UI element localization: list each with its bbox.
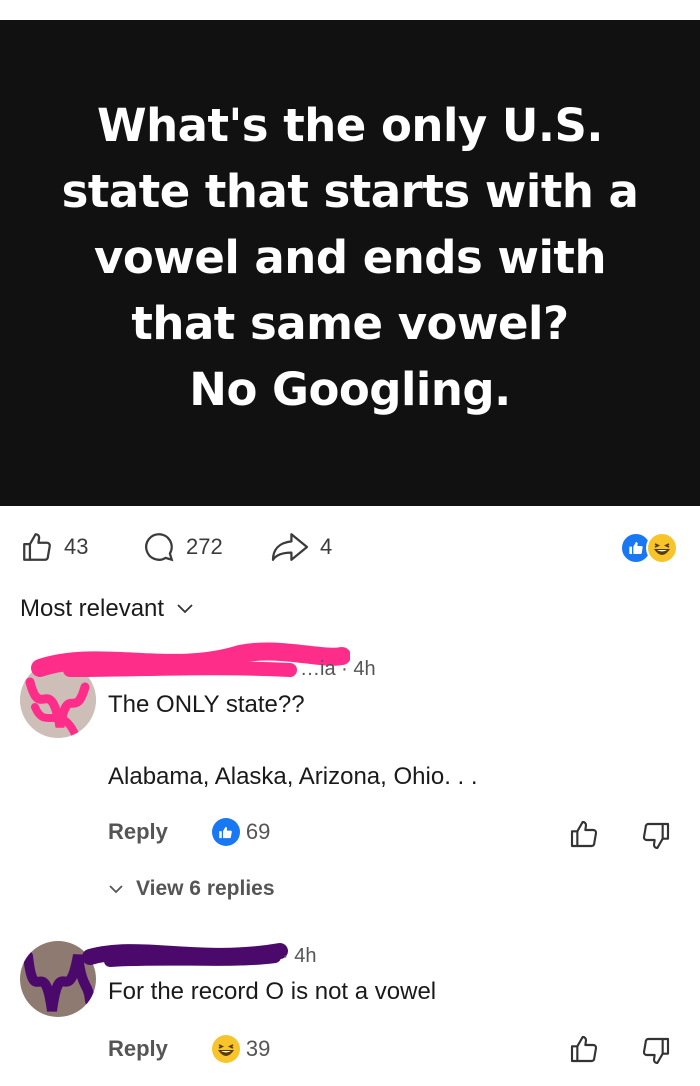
- comment-text: The ONLY state??: [108, 691, 305, 718]
- reaction-summary[interactable]: [620, 532, 680, 564]
- comment-action-row: Reply 39: [108, 1035, 270, 1063]
- share-arrow-icon: [271, 533, 309, 561]
- comment-time: 4h: [294, 945, 317, 967]
- chevron-down-icon: [177, 604, 193, 614]
- comment-meta: …ia · 4h: [300, 658, 376, 681]
- top-strip: [0, 0, 700, 20]
- upvote-icon[interactable]: [568, 818, 600, 850]
- comment-reaction-count[interactable]: 69: [211, 818, 271, 846]
- meta-separator: ·: [282, 945, 295, 967]
- comment-reaction-count[interactable]: 39: [211, 1035, 271, 1063]
- upvote-icon[interactable]: [568, 1033, 600, 1065]
- downvote-icon[interactable]: [640, 1035, 672, 1067]
- like-icon: [211, 818, 240, 846]
- reaction-count-value: 69: [245, 819, 271, 844]
- comment-meta: · 4h: [282, 945, 316, 968]
- reaction-count-value: 39: [245, 1036, 271, 1061]
- post-image[interactable]: What's the only U.S. state that starts w…: [0, 20, 700, 506]
- comment-text: Alabama, Alaska, Arizona, Ohio. . .: [108, 763, 478, 790]
- post-line: that same vowel?: [131, 297, 569, 350]
- share-button[interactable]: 4: [270, 530, 332, 564]
- haha-icon: [211, 1035, 240, 1063]
- comment-time: 4h: [353, 658, 376, 680]
- author-name[interactable]: …ia: [300, 658, 336, 680]
- redaction-scribble: [82, 943, 288, 967]
- downvote-icon[interactable]: [640, 820, 672, 852]
- like-count: 43: [64, 534, 89, 559]
- post-action-bar: 43 272 4: [0, 520, 700, 572]
- post-line: What's the only U.S.: [96, 99, 604, 152]
- share-count: 4: [320, 534, 333, 559]
- sort-dropdown[interactable]: Most relevant: [20, 595, 194, 623]
- post-line: state that starts with a: [61, 165, 639, 218]
- view-replies-label: View 6 replies: [136, 877, 275, 900]
- meta-separator: ·: [341, 658, 354, 680]
- reply-button[interactable]: Reply: [108, 819, 168, 845]
- chevron-down-icon: [109, 885, 123, 894]
- thumbs-up-icon: [23, 533, 51, 561]
- like-button[interactable]: 43: [20, 530, 88, 564]
- sort-label: Most relevant: [20, 595, 165, 622]
- view-replies-button[interactable]: View 6 replies: [108, 877, 275, 901]
- reply-button[interactable]: Reply: [108, 1036, 168, 1062]
- comment-action-row: Reply 69: [108, 818, 270, 846]
- comment-bubble-icon: [145, 533, 174, 562]
- haha-icon: [646, 532, 678, 564]
- post-line: vowel and ends with: [94, 231, 606, 284]
- post-line: No Googling.: [189, 363, 511, 416]
- post-image-text: What's the only U.S. state that starts w…: [40, 93, 660, 423]
- comment-button[interactable]: 272: [142, 530, 223, 564]
- comment-count: 272: [186, 534, 223, 559]
- comment-text: For the record O is not a vowel: [108, 978, 437, 1005]
